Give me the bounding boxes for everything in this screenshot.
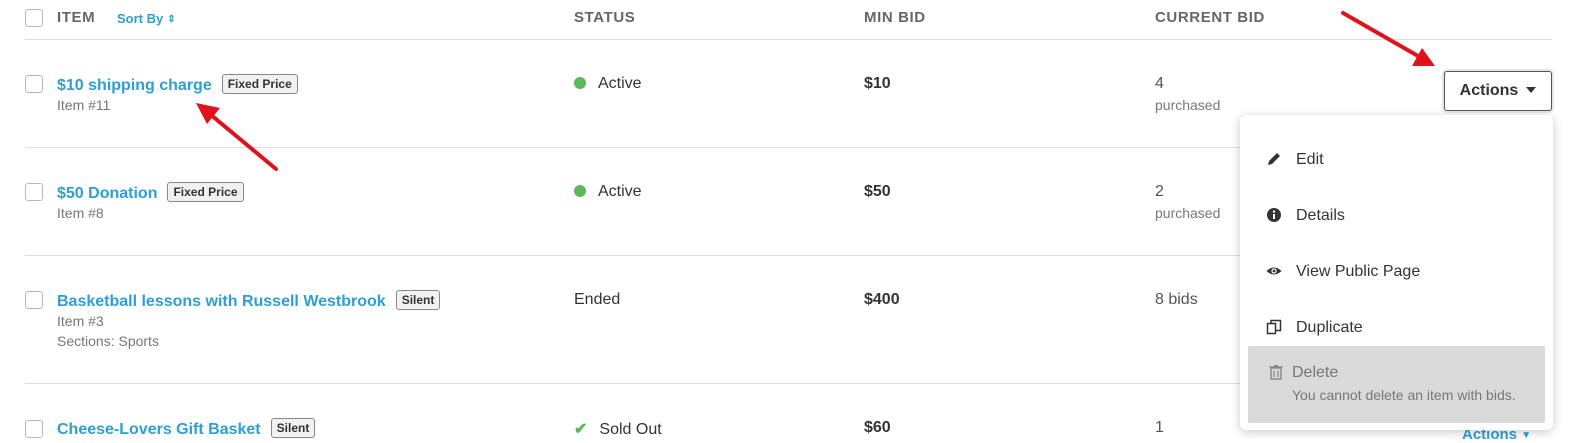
menu-item-label: Delete [1292,364,1339,381]
status-label: Active [598,183,642,200]
checkmark-icon: ✔ [574,421,588,438]
sort-by-link[interactable]: Sort By ⇕ [117,11,176,26]
item-title-link[interactable]: Basketball lessons with Russell Westbroo… [57,293,386,310]
sort-icon: ⇕ [167,14,176,25]
current-bid-sub: purchased [1155,97,1221,113]
min-bid-value: $50 [864,183,891,200]
actions-button[interactable]: Actions [1444,71,1552,111]
column-header-current-bid: CURRENT BID [1155,9,1265,26]
row-checkbox[interactable] [25,75,43,93]
column-header-status: STATUS [574,9,636,26]
trash-icon [1269,365,1283,380]
column-header-min-bid: MIN BID [864,9,926,26]
status-label: Ended [574,291,621,308]
menu-item-details[interactable]: Details [1240,193,1553,241]
eye-icon [1266,267,1282,275]
current-bid-sub: purchased [1155,205,1221,221]
status-cell: Active [574,183,642,201]
actions-dropdown-menu: Edit Details View Public Page Duplicate [1240,115,1553,430]
item-sections: Sections: Sports [57,333,159,349]
row-checkbox[interactable] [25,183,43,201]
item-title[interactable]: Cheese-Lovers Gift Basket Silent [57,418,316,439]
menu-item-label: Duplicate [1296,319,1363,336]
delete-disabled-note: You cannot delete an item with bids. [1292,387,1516,403]
arrow-to-item-title-icon [196,103,278,171]
active-status-dot-icon [574,77,586,89]
item-title-link[interactable]: Cheese-Lovers Gift Basket [57,421,261,438]
column-header-item: ITEM [57,9,96,26]
menu-item-edit[interactable]: Edit [1240,137,1553,185]
item-title[interactable]: Basketball lessons with Russell Westbroo… [57,290,441,311]
menu-item-label: Details [1296,207,1345,224]
pencil-icon [1268,153,1280,165]
menu-item-delete[interactable]: Delete You cannot delete an item with bi… [1248,346,1545,423]
copy-icon [1266,319,1282,335]
min-bid-value: $10 [864,75,891,92]
active-status-dot-icon [574,185,586,197]
info-icon [1267,208,1281,222]
current-bid-value: 1 [1155,419,1164,436]
min-bid-value: $60 [864,419,891,436]
status-label: Sold Out [599,421,662,438]
current-bid-value: 4 [1155,75,1164,92]
menu-item-label: Edit [1296,151,1324,168]
caret-down-icon [1526,87,1537,93]
sort-by-label: Sort By [117,11,164,26]
item-type-badge: Silent [395,290,441,310]
item-type-badge: Fixed Price [221,74,298,94]
item-type-badge: Silent [270,418,316,438]
row-checkbox[interactable] [25,291,43,309]
status-cell: ✔ Sold Out [574,419,662,439]
menu-item-label: View Public Page [1296,263,1421,280]
item-type-badge: Fixed Price [167,182,244,202]
menu-item-view-public-page[interactable]: View Public Page [1240,249,1553,297]
item-title[interactable]: $10 shipping charge Fixed Price [57,74,298,95]
min-bid-value: $400 [864,291,900,308]
item-title[interactable]: $50 Donation Fixed Price [57,182,244,203]
item-number: Item #11 [57,97,111,113]
status-cell: Active [574,75,642,93]
item-number: Item #8 [57,205,104,221]
caret-down-icon: ▼ [1521,430,1532,441]
row-checkbox[interactable] [25,420,43,438]
item-number: Item #3 [57,313,104,329]
header-divider [25,39,1552,40]
actions-button-label: Actions [1459,82,1519,99]
item-title-link[interactable]: $10 shipping charge [57,77,212,94]
item-title-link[interactable]: $50 Donation [57,185,157,202]
current-bid-value: 8 bids [1155,291,1198,308]
select-all-checkbox[interactable] [25,9,43,27]
status-label: Active [598,75,642,92]
current-bid-value: 2 [1155,183,1164,200]
